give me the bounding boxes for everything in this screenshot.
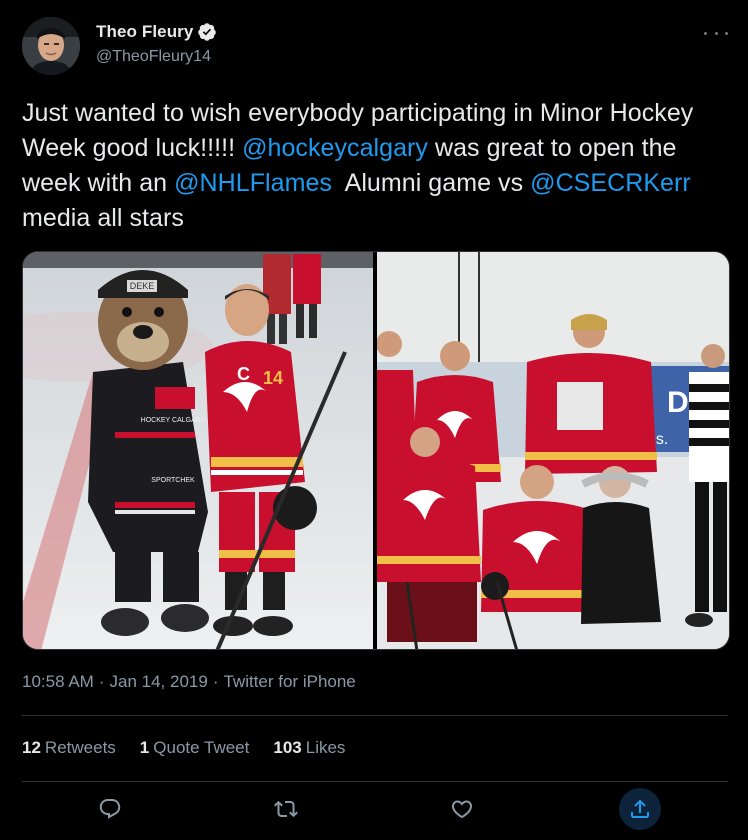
quotes-label: Quote Tweet bbox=[153, 738, 250, 757]
meta-separator: · bbox=[98, 672, 105, 691]
media-grid: DEKE HOCKEY CALGARY SPORTCHEK C 14 bbox=[22, 251, 730, 650]
jersey-sponsor-text: HOCKEY CALGARY bbox=[141, 417, 206, 424]
retweets-count: 12 bbox=[22, 738, 41, 757]
tweet-text-segment: media all stars bbox=[22, 204, 184, 232]
tweet-text: Just wanted to wish everybody participat… bbox=[22, 96, 732, 236]
photo-alumni-team[interactable]: DO ces. bbox=[377, 252, 729, 649]
author-handle[interactable]: @TheoFleury14 bbox=[96, 48, 211, 66]
jersey-number-text: 14 bbox=[263, 368, 283, 388]
like-button[interactable] bbox=[441, 788, 483, 830]
retweets-label: Retweets bbox=[44, 738, 116, 757]
mention-nhlflames[interactable]: @NHLFlames bbox=[174, 169, 332, 197]
author-display-name[interactable]: Theo Fleury bbox=[96, 22, 193, 42]
engagement-stats: 12 Retweets 1 Quote Tweet 103 Likes bbox=[22, 738, 369, 758]
tweet-detail: Theo Fleury @TheoFleury14 Just wanted to… bbox=[0, 0, 748, 840]
likes-label: Likes bbox=[305, 738, 346, 757]
like-icon bbox=[451, 800, 473, 819]
reply-button[interactable] bbox=[89, 788, 131, 830]
jersey-sponsor-text: SPORTCHEK bbox=[151, 477, 195, 484]
tweet-meta: 10:58 AM · Jan 14, 2019 · Twitter for iPhone bbox=[22, 672, 356, 692]
retweet-button[interactable] bbox=[265, 788, 307, 830]
mention-hockeycalgary[interactable]: @hockeycalgary bbox=[242, 134, 428, 162]
mention-csecrkerr[interactable]: @CSECRKerr bbox=[530, 169, 691, 197]
avatar[interactable] bbox=[22, 17, 80, 75]
tweet-time[interactable]: 10:58 AM bbox=[22, 672, 94, 691]
action-bar bbox=[22, 784, 728, 834]
divider bbox=[22, 781, 728, 782]
share-button[interactable] bbox=[619, 788, 661, 830]
meta-separator: · bbox=[212, 672, 219, 691]
tweet-date[interactable]: Jan 14, 2019 bbox=[110, 672, 208, 691]
likes-stat[interactable]: 103 Likes bbox=[273, 738, 345, 758]
share-icon bbox=[631, 799, 649, 818]
retweet-icon bbox=[274, 800, 298, 818]
more-icon[interactable] bbox=[704, 26, 728, 40]
reply-icon bbox=[99, 799, 121, 819]
verified-badge-icon bbox=[198, 23, 217, 41]
photo-mascot-and-player[interactable]: DEKE HOCKEY CALGARY SPORTCHEK C 14 bbox=[23, 252, 373, 649]
divider bbox=[22, 715, 728, 716]
quotes-count: 1 bbox=[139, 738, 150, 757]
captain-letter-text: C bbox=[237, 364, 250, 384]
retweets-stat[interactable]: 12 Retweets bbox=[22, 738, 116, 758]
quote-tweets-stat[interactable]: 1 Quote Tweet bbox=[140, 738, 250, 758]
tweet-text-segment: Alumni game vs bbox=[331, 169, 531, 197]
helmet-tag-text: DEKE bbox=[130, 281, 155, 291]
author-name-row[interactable]: Theo Fleury bbox=[96, 22, 217, 42]
tweet-source[interactable]: Twitter for iPhone bbox=[223, 672, 355, 691]
likes-count: 103 bbox=[273, 738, 302, 757]
